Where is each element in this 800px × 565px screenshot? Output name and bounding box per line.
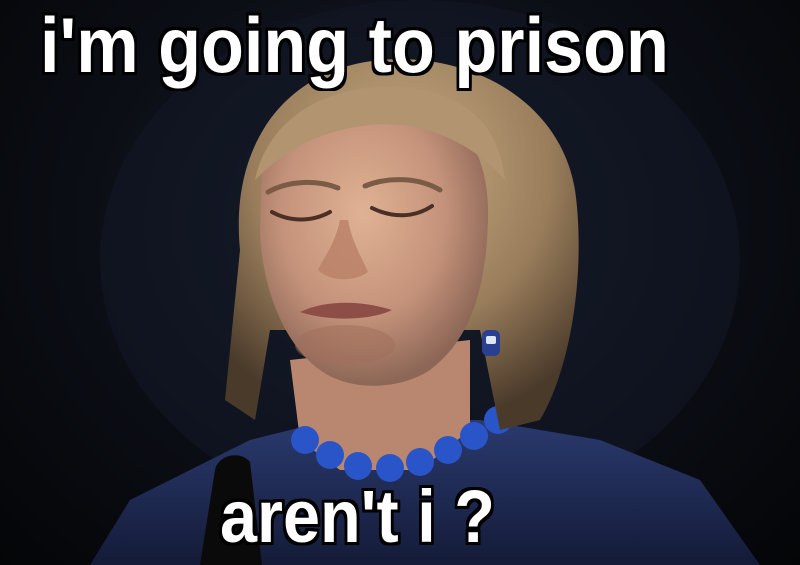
chin bbox=[295, 325, 395, 365]
earring-detail bbox=[486, 336, 496, 344]
bottom-caption: aren't i ? bbox=[220, 475, 495, 558]
meme-image: i'm going to prison aren't i ? bbox=[0, 0, 800, 565]
top-caption: i'm going to prison bbox=[40, 1, 669, 89]
